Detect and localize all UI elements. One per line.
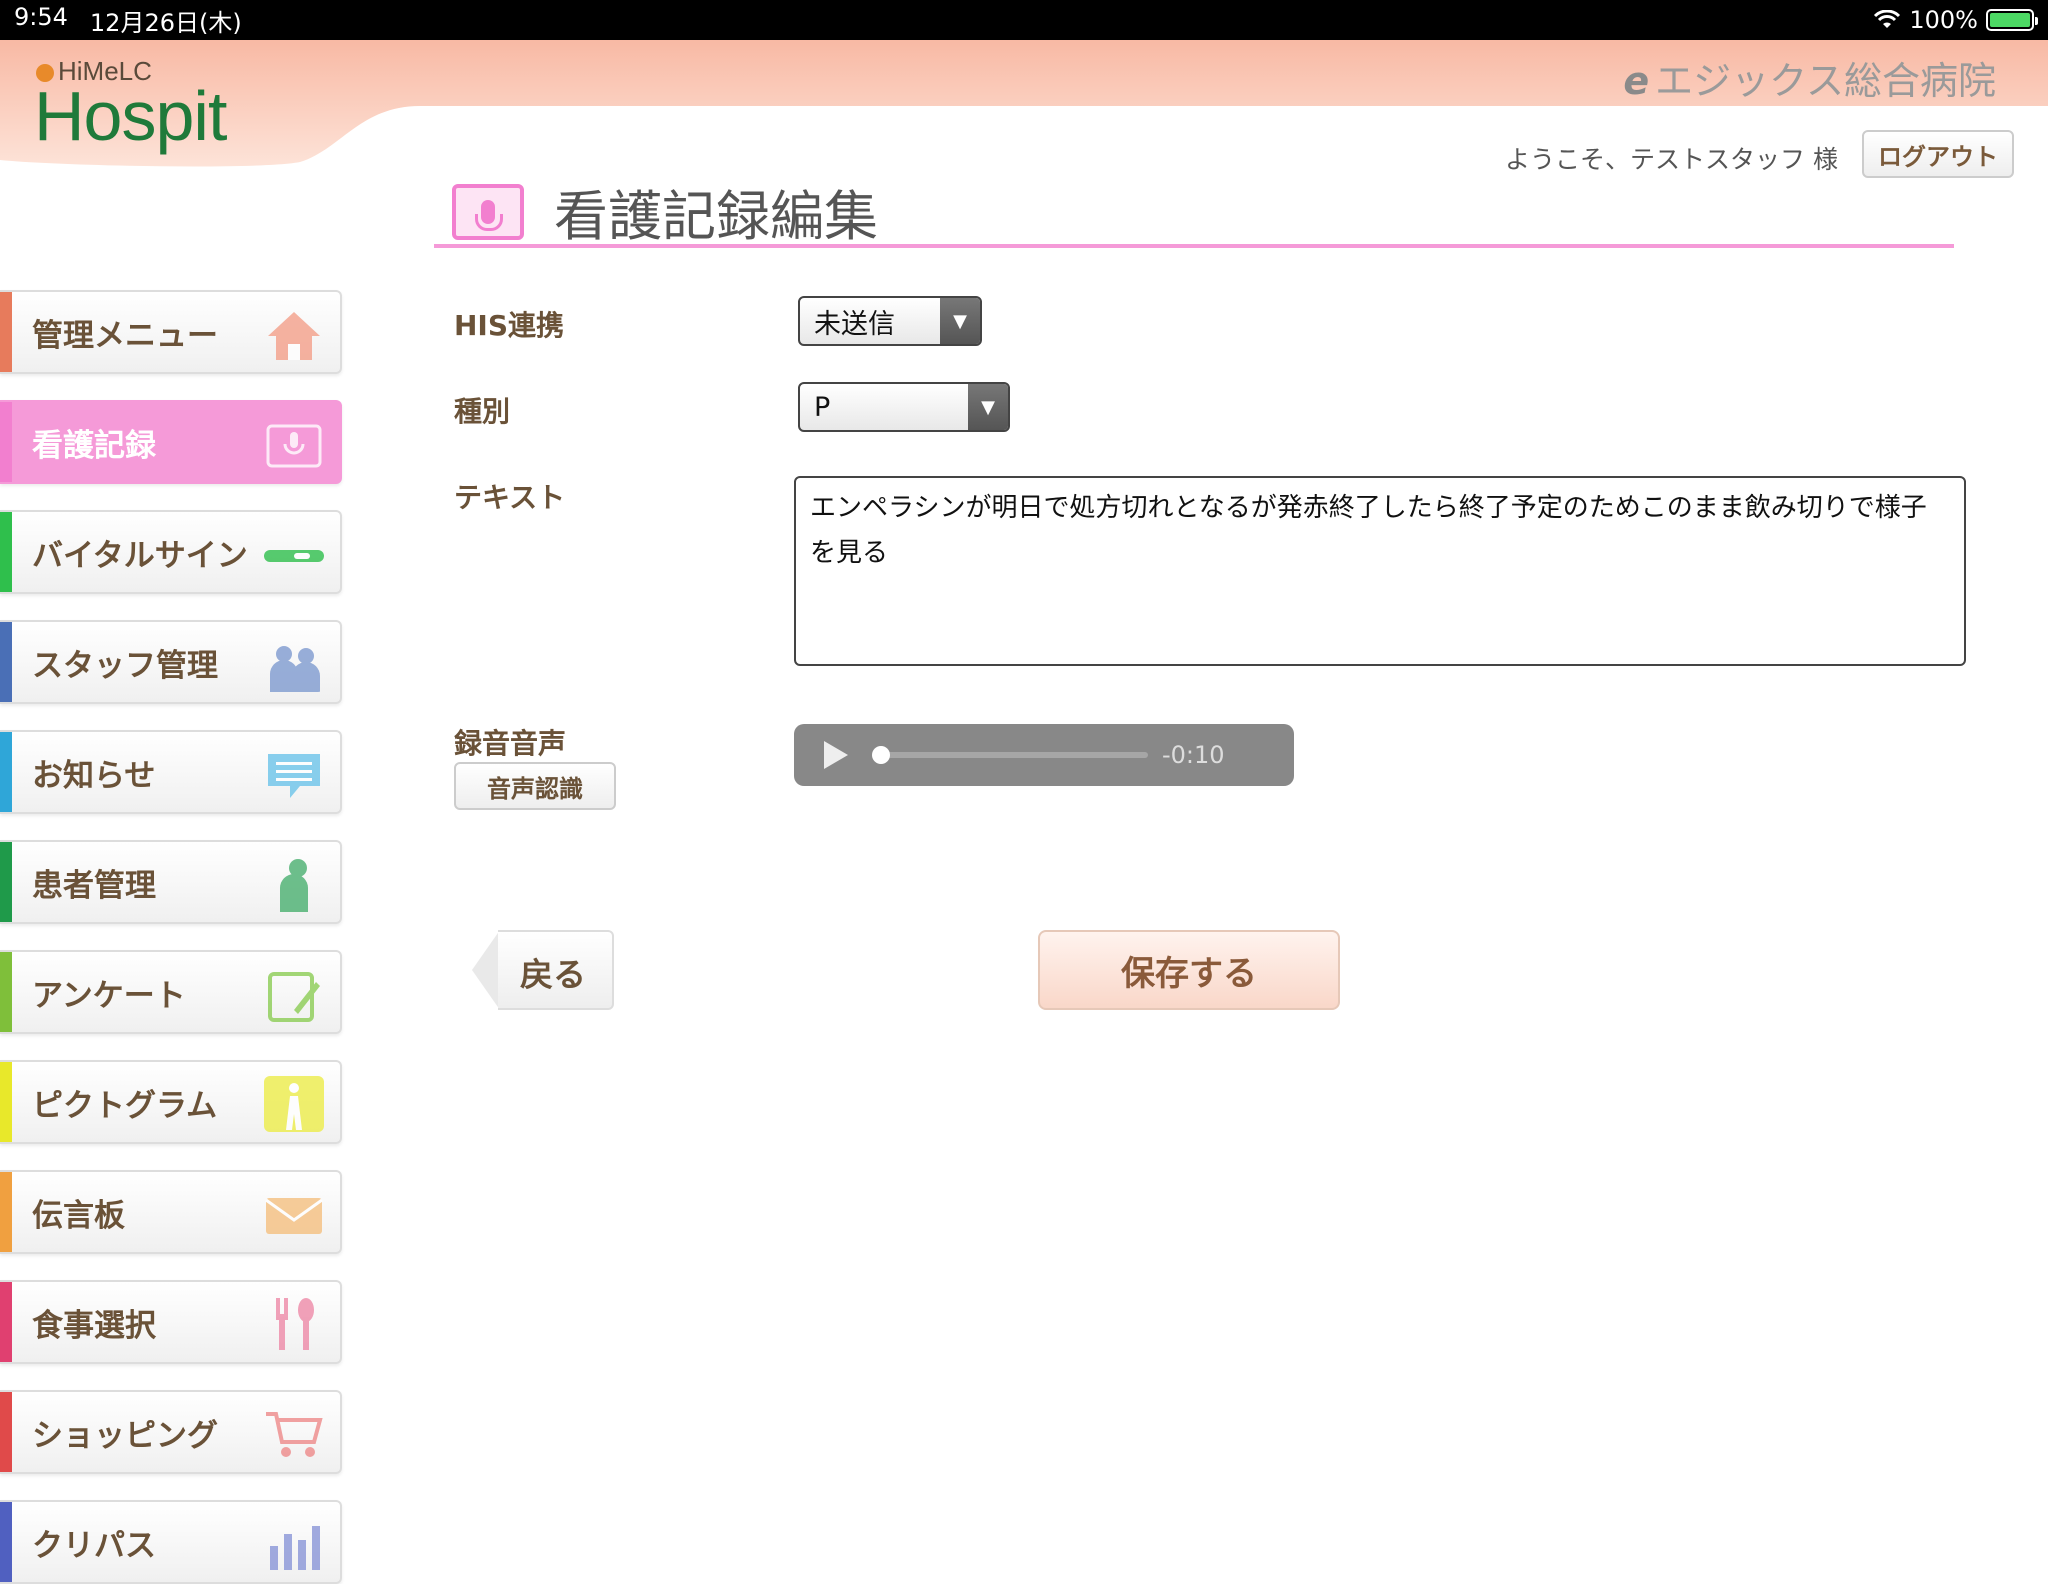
welcome-text: ようこそ、テストスタッフ 様 [1505,145,1838,174]
sidebar-item-vital-signs[interactable]: バイタルサイン [0,510,342,594]
thermometer-icon [264,550,324,562]
text-label: テキスト [454,481,566,514]
record-text-area[interactable]: エンペラシンが明日で処方切れとなるが発赤終了したら終了予定のためこのまま飲み切り… [794,476,1966,666]
brand-logo: Hospit [34,77,227,155]
chevron-down-icon: ▼ [940,298,980,344]
sidebar-item-shopping[interactable]: ショッピング [0,1390,342,1474]
voice-record-icon [452,184,524,240]
audio-label: 録音音声 [454,727,567,760]
audio-remaining-time: -0:10 [1162,741,1225,769]
sidebar-item-nursing-record[interactable]: 看護記録 [0,400,342,484]
envelope-icon [265,1198,323,1234]
status-bar: 9:54 12月26日(木) 100% [0,0,2048,40]
sidebar-item-survey[interactable]: アンケート [0,950,342,1034]
sidebar-item-admin-menu[interactable]: 管理メニュー [0,290,342,374]
home-icon [268,312,320,360]
staff-icon [270,646,320,692]
pictogram-icon [264,1076,324,1132]
chevron-down-icon: ▼ [968,384,1008,430]
cart-icon [266,1412,323,1457]
his-link-value: 未送信 [814,308,895,340]
type-value: P [814,391,831,423]
battery-percent: 100% [1909,6,1978,34]
audio-progress-track[interactable] [872,746,1148,764]
mic-icon [266,424,322,468]
type-select[interactable]: P ▼ [798,382,1010,432]
sidebar-item-pictogram[interactable]: ピクトグラム [0,1060,342,1144]
save-button[interactable]: 保存する [1038,930,1340,1010]
back-arrow-icon [472,930,500,1010]
status-date: 12月26日(木) [89,8,242,37]
cutlery-icon [276,1298,314,1350]
audio-player: -0:10 [794,724,1294,786]
his-link-select[interactable]: 未送信 ▼ [798,296,982,346]
audio-progress-knob[interactable] [872,746,890,764]
status-time: 9:54 [14,2,68,31]
logout-button[interactable]: ログアウト [1862,130,2014,178]
speech-bubble-icon [268,754,320,798]
chart-icon [270,1526,320,1570]
hospital-logo-icon: e [1623,59,1650,103]
speech-recognition-button[interactable]: 音声認識 [454,762,616,810]
type-label: 種別 [454,395,511,428]
page-title: 看護記録編集 [554,185,878,248]
sidebar-item-meal-selection[interactable]: 食事選択 [0,1280,342,1364]
sidebar-item-staff[interactable]: スタッフ管理 [0,620,342,704]
his-link-label: HIS連携 [454,309,565,342]
sidebar-item-patients[interactable]: 患者管理 [0,840,342,924]
page-title-bar: 看護記録編集 [434,172,1954,248]
wifi-icon [1874,10,1901,28]
play-icon[interactable] [824,741,848,769]
hospital-name: e エジックス総合病院 [1623,59,1996,103]
sidebar-item-message-board[interactable]: 伝言板 [0,1170,342,1254]
battery-icon [1986,9,2038,31]
back-button[interactable]: 戻る [472,930,614,1010]
patient-icon [280,859,308,912]
sidebar-item-notices[interactable]: お知らせ [0,730,342,814]
clipboard-icon [268,972,320,1022]
sidebar-item-clinical-path[interactable]: クリパス [0,1500,342,1584]
